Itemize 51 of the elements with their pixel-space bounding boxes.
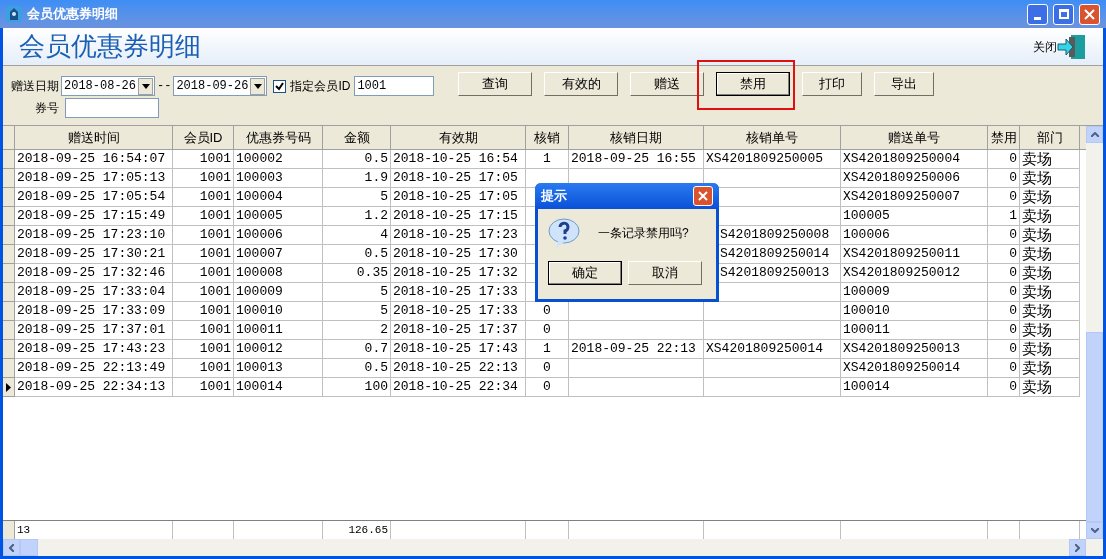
window-title: 会员优惠券明细	[27, 5, 119, 24]
table-cell: 2018-09-25 22:34:13	[15, 378, 173, 397]
start-date-dropdown[interactable]: 2018-08-26	[61, 76, 155, 96]
toolbar-button[interactable]: 禁用	[716, 72, 791, 96]
exit-door-icon[interactable]	[1057, 32, 1087, 61]
date-separator: --	[157, 78, 172, 95]
scroll-up-icon[interactable]	[1086, 126, 1103, 143]
maximize-button[interactable]	[1053, 3, 1074, 25]
toolbar-button[interactable]: 赠送	[630, 72, 705, 96]
close-icon	[1084, 8, 1095, 20]
table-cell: 卖场	[1020, 378, 1080, 397]
close-label[interactable]: 关闭	[1033, 37, 1057, 56]
toolbar-button[interactable]: 导出	[874, 72, 935, 96]
page-heading: 会员优惠券明细	[19, 30, 201, 63]
dialog-button[interactable]: 取消	[628, 261, 702, 285]
app-icon	[6, 6, 22, 22]
dialog-message: 一条记录禁用吗?	[598, 225, 689, 242]
table-cell: 0	[526, 378, 569, 397]
dialog-button[interactable]: 确定	[548, 261, 622, 285]
minimize-button[interactable]	[1027, 3, 1048, 25]
scroll-left-icon[interactable]	[3, 539, 20, 556]
scroll-thumb[interactable]	[1086, 332, 1103, 522]
question-icon	[548, 217, 580, 249]
member-id-field[interactable]: 1001	[354, 76, 435, 96]
member-checkbox[interactable]	[273, 79, 287, 93]
end-date-dropdown[interactable]: 2018-09-26	[173, 76, 268, 96]
close-icon	[698, 191, 708, 201]
scroll-right-icon[interactable]	[1069, 539, 1086, 556]
table-cell: 100014	[234, 378, 323, 397]
dialog-title: 提示	[541, 187, 567, 206]
close-button[interactable]	[1079, 3, 1100, 25]
coupon-field[interactable]	[65, 98, 159, 118]
toolbar-button[interactable]: 打印	[802, 72, 863, 96]
coupon-label: 券号	[34, 100, 59, 117]
table-cell: 2018-10-25 22:34	[391, 378, 526, 397]
table-cell: 1001	[173, 378, 234, 397]
date-label: 赠送日期	[11, 78, 59, 95]
table-cell: 100014	[841, 378, 988, 397]
vertical-scrollbar[interactable]	[1086, 126, 1103, 539]
scroll-thumb[interactable]	[20, 539, 38, 556]
scroll-down-icon[interactable]	[1086, 522, 1103, 539]
row-indicator	[3, 521, 15, 539]
row-indicator[interactable]	[3, 378, 15, 397]
toolbar-button[interactable]: 有效的	[544, 72, 619, 96]
toolbar-button[interactable]: 查询	[458, 72, 533, 96]
member-checkbox-label: 指定会员ID	[290, 78, 351, 95]
table-cell: 100	[323, 378, 391, 397]
close-button[interactable]	[693, 186, 713, 206]
table-cell: 0	[988, 378, 1020, 397]
current-row-icon	[6, 382, 11, 392]
horizontal-scrollbar[interactable]	[3, 539, 1103, 556]
